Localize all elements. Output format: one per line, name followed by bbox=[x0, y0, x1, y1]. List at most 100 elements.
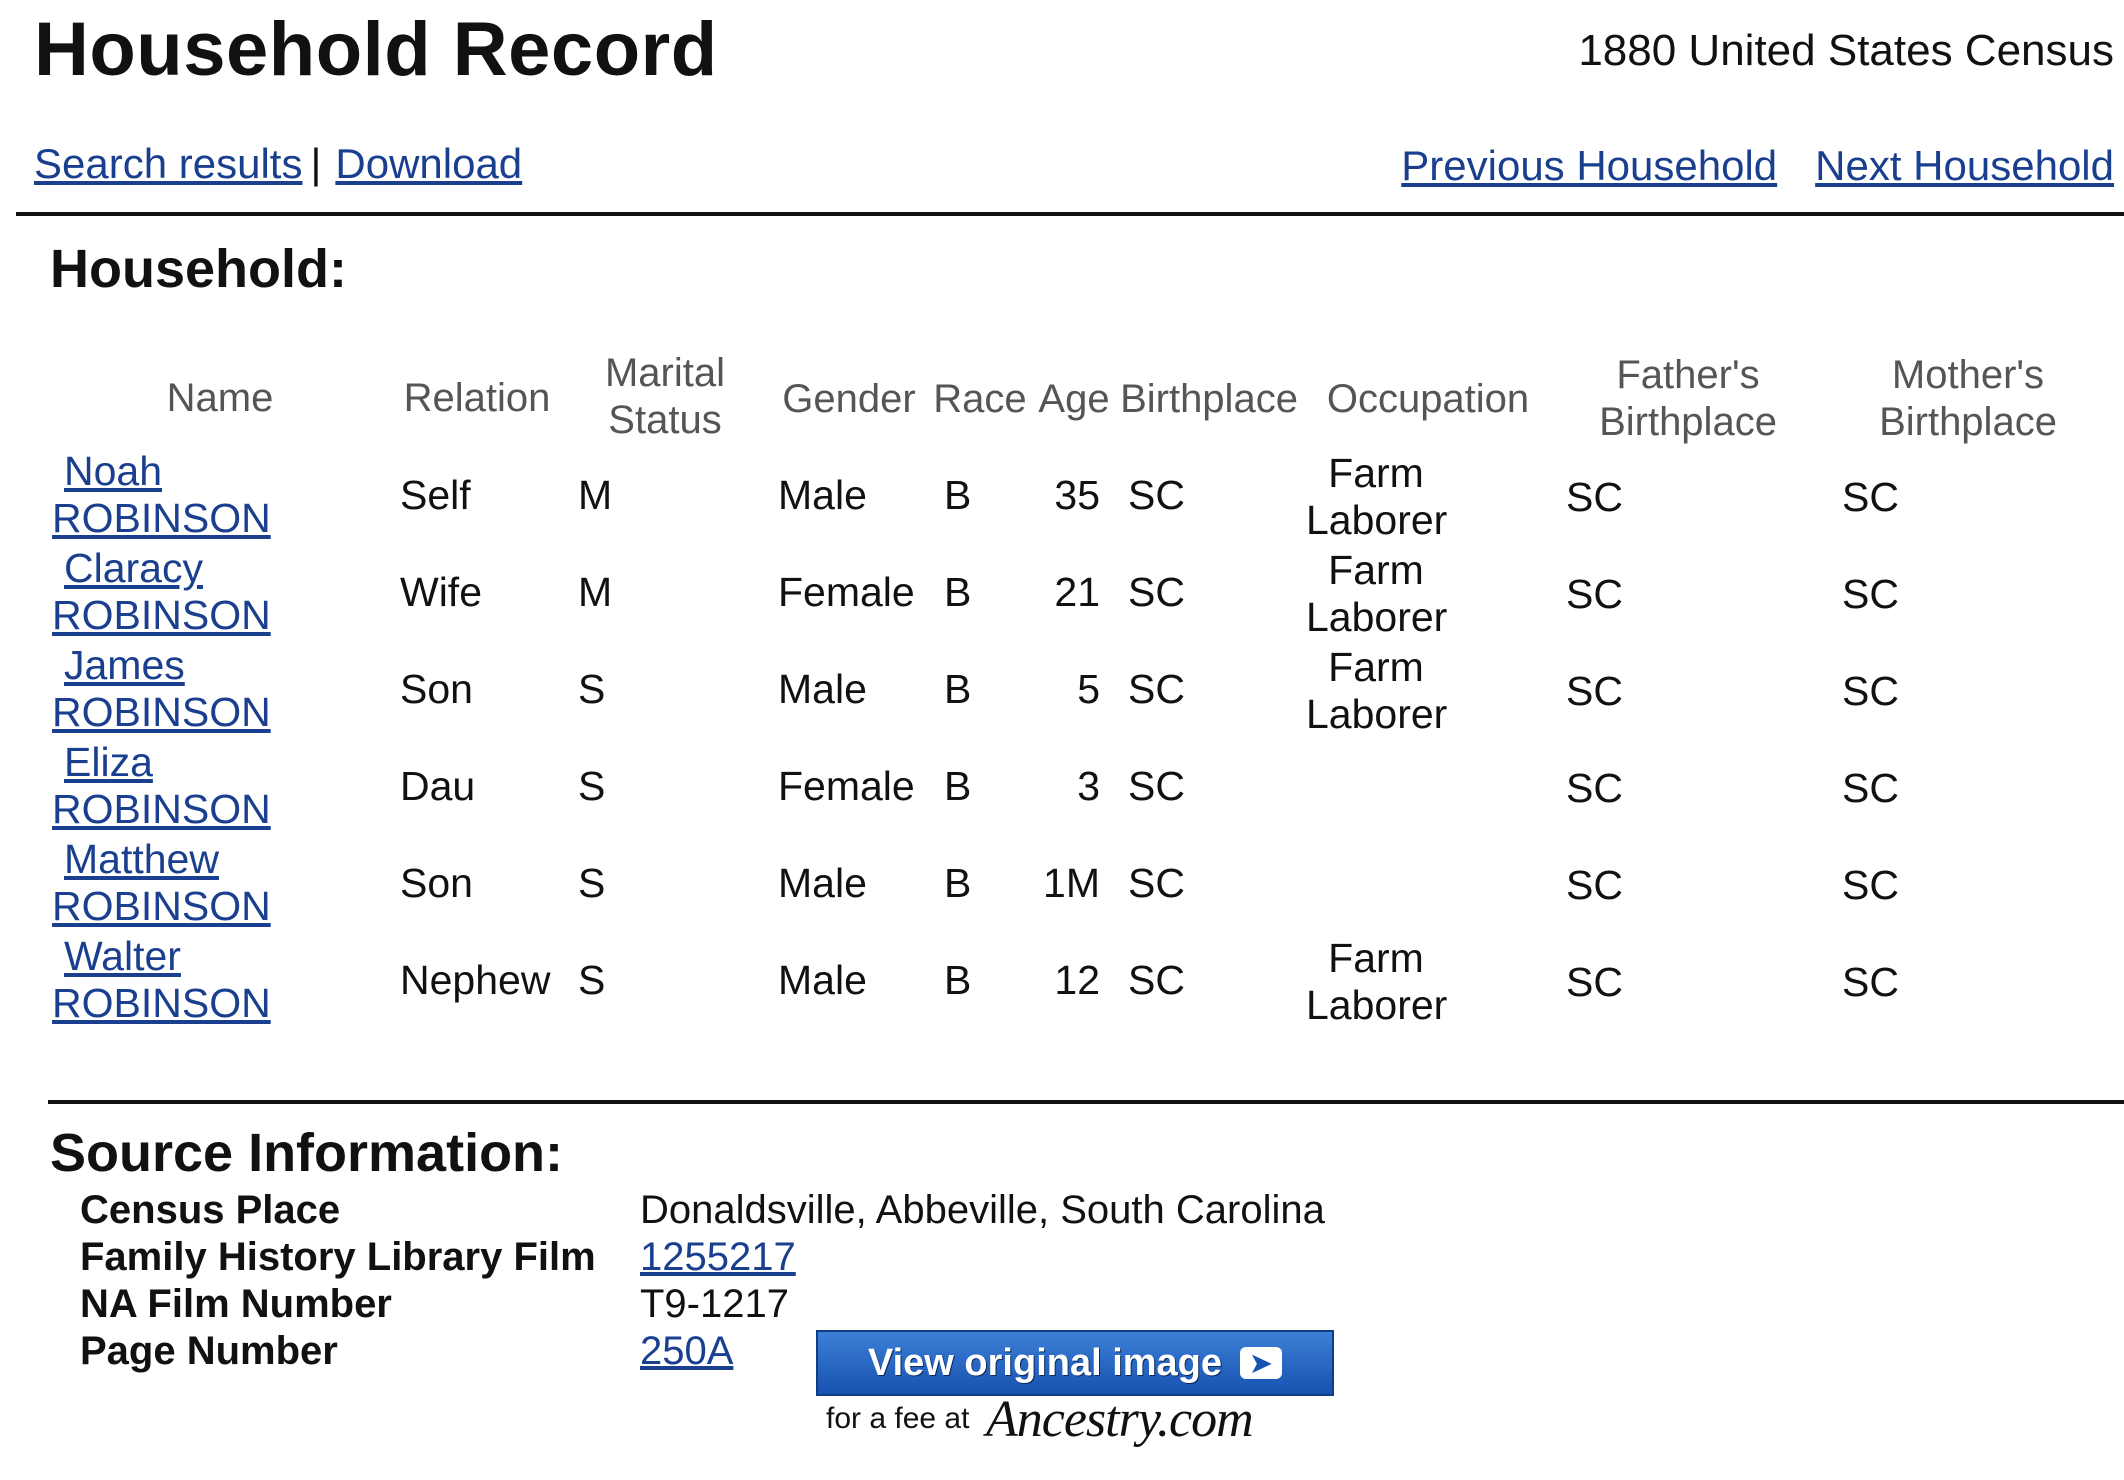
occupation-line1: Farm bbox=[1328, 644, 1424, 690]
occupation-line1: Farm bbox=[1328, 450, 1424, 496]
next-household-link[interactable]: Next Household bbox=[1815, 142, 2114, 189]
na-film-value: T9-1217 bbox=[640, 1282, 789, 1326]
column-header-father-line2: Birthplace bbox=[1599, 400, 1777, 444]
marital-cell: S bbox=[578, 666, 606, 712]
view-original-image-label: View original image bbox=[867, 1341, 1223, 1384]
column-header-relation: Relation bbox=[403, 376, 551, 420]
person-first-name-link[interactable]: Claracy bbox=[52, 545, 271, 592]
relation-cell: Self bbox=[400, 472, 471, 518]
birthplace-cell: SC bbox=[1128, 666, 1185, 712]
race-cell: B bbox=[944, 957, 972, 1003]
age-cell: 21 bbox=[1054, 569, 1100, 615]
view-original-image-button[interactable]: View original image ➤ bbox=[816, 1330, 1334, 1396]
header-divider bbox=[16, 212, 2124, 216]
relation-cell: Dau bbox=[400, 763, 476, 809]
birthplace-cell: SC bbox=[1128, 569, 1185, 615]
occupation-line2: Laborer bbox=[1306, 594, 1448, 640]
person-last-name-link[interactable]: ROBINSON bbox=[52, 786, 271, 833]
column-header-fathers-birthplace: Father's Birthplace bbox=[1578, 352, 1798, 446]
father-birthplace-cell: SC bbox=[1566, 959, 1623, 1005]
father-birthplace-cell: SC bbox=[1566, 571, 1623, 617]
occupation-line2: Laborer bbox=[1306, 691, 1448, 737]
column-header-mother-line1: Mother's bbox=[1891, 353, 2045, 397]
nav-separator: | bbox=[310, 140, 322, 187]
father-birthplace-cell: SC bbox=[1566, 862, 1623, 908]
page-title: Household Record bbox=[34, 7, 718, 92]
person-first-name-link[interactable]: James bbox=[52, 642, 271, 689]
birthplace-cell: SC bbox=[1128, 957, 1185, 1003]
column-header-marital-line2: Status bbox=[608, 398, 722, 442]
occupation-line2: Laborer bbox=[1306, 497, 1448, 543]
table-row-name: Walter ROBINSON bbox=[52, 933, 271, 1027]
gender-cell: Male bbox=[778, 666, 867, 712]
person-first-name-link[interactable]: Noah bbox=[52, 448, 271, 495]
page-number-label: Page Number bbox=[80, 1329, 338, 1373]
ancestry-logo: Ancestry.com bbox=[986, 1391, 1254, 1448]
marital-cell: S bbox=[578, 860, 606, 906]
previous-household-link[interactable]: Previous Household bbox=[1401, 142, 1777, 189]
relation-cell: Son bbox=[400, 666, 473, 712]
table-row-name: Noah ROBINSON bbox=[52, 448, 271, 542]
column-header-race: Race bbox=[933, 377, 1027, 421]
race-cell: B bbox=[944, 763, 972, 809]
person-last-name-link[interactable]: ROBINSON bbox=[52, 980, 271, 1027]
na-film-label: NA Film Number bbox=[80, 1282, 392, 1326]
gender-cell: Female bbox=[778, 569, 915, 615]
person-last-name-link[interactable]: ROBINSON bbox=[52, 883, 271, 930]
occupation-cell: Farm Laborer bbox=[1306, 644, 1448, 738]
gender-cell: Female bbox=[778, 763, 915, 809]
census-place-value: Donaldsville, Abbeville, South Carolina bbox=[640, 1188, 1325, 1232]
mother-birthplace-cell: SC bbox=[1842, 668, 1899, 714]
age-cell: 12 bbox=[1054, 957, 1100, 1003]
column-header-age: Age bbox=[1038, 377, 1110, 421]
person-first-name-link[interactable]: Matthew bbox=[52, 836, 271, 883]
table-row-name: Eliza ROBINSON bbox=[52, 739, 271, 833]
birthplace-cell: SC bbox=[1128, 763, 1185, 809]
race-cell: B bbox=[944, 666, 972, 712]
marital-cell: S bbox=[578, 763, 606, 809]
age-cell: 3 bbox=[1077, 763, 1100, 809]
person-last-name-link[interactable]: ROBINSON bbox=[52, 689, 271, 736]
column-header-father-line1: Father's bbox=[1616, 353, 1760, 397]
mother-birthplace-cell: SC bbox=[1842, 571, 1899, 617]
race-cell: B bbox=[944, 860, 972, 906]
census-name: 1880 United States Census bbox=[1578, 26, 2114, 75]
arrow-right-icon: ➤ bbox=[1240, 1347, 1283, 1379]
table-row-name: James ROBINSON bbox=[52, 642, 271, 736]
occupation-cell: Farm Laborer bbox=[1306, 450, 1448, 544]
column-header-gender: Gender bbox=[782, 377, 916, 421]
gender-cell: Male bbox=[778, 860, 867, 906]
download-link[interactable]: Download bbox=[335, 140, 522, 187]
mother-birthplace-cell: SC bbox=[1842, 474, 1899, 520]
household-heading: Household: bbox=[50, 239, 347, 299]
relation-cell: Wife bbox=[400, 569, 482, 615]
column-header-marital-status: Marital Status bbox=[590, 350, 740, 444]
age-cell: 35 bbox=[1054, 472, 1100, 518]
gender-cell: Male bbox=[778, 957, 867, 1003]
nav-left: Search results | Download bbox=[34, 140, 522, 188]
race-cell: B bbox=[944, 569, 972, 615]
occupation-line2: Laborer bbox=[1306, 982, 1448, 1028]
marital-cell: M bbox=[578, 569, 613, 615]
occupation-line1: Farm bbox=[1328, 935, 1424, 981]
fhl-film-link[interactable]: 1255217 bbox=[640, 1235, 796, 1280]
mother-birthplace-cell: SC bbox=[1842, 959, 1899, 1005]
mother-birthplace-cell: SC bbox=[1842, 765, 1899, 811]
birthplace-cell: SC bbox=[1128, 472, 1185, 518]
nav-right: Previous Household Next Household bbox=[1401, 142, 2114, 190]
column-header-occupation: Occupation bbox=[1326, 377, 1530, 421]
person-last-name-link[interactable]: ROBINSON bbox=[52, 495, 271, 542]
page-number-link[interactable]: 250A bbox=[640, 1329, 733, 1374]
person-first-name-link[interactable]: Eliza bbox=[52, 739, 271, 786]
gender-cell: Male bbox=[778, 472, 867, 518]
person-first-name-link[interactable]: Walter bbox=[52, 933, 271, 980]
father-birthplace-cell: SC bbox=[1566, 668, 1623, 714]
column-header-name: Name bbox=[166, 376, 274, 420]
relation-cell: Nephew bbox=[400, 957, 551, 1003]
occupation-cell: Farm Laborer bbox=[1306, 935, 1448, 1029]
column-header-birthplace: Birthplace bbox=[1120, 377, 1298, 421]
father-birthplace-cell: SC bbox=[1566, 474, 1623, 520]
birthplace-cell: SC bbox=[1128, 860, 1185, 906]
search-results-link[interactable]: Search results bbox=[34, 140, 302, 187]
person-last-name-link[interactable]: ROBINSON bbox=[52, 592, 271, 639]
